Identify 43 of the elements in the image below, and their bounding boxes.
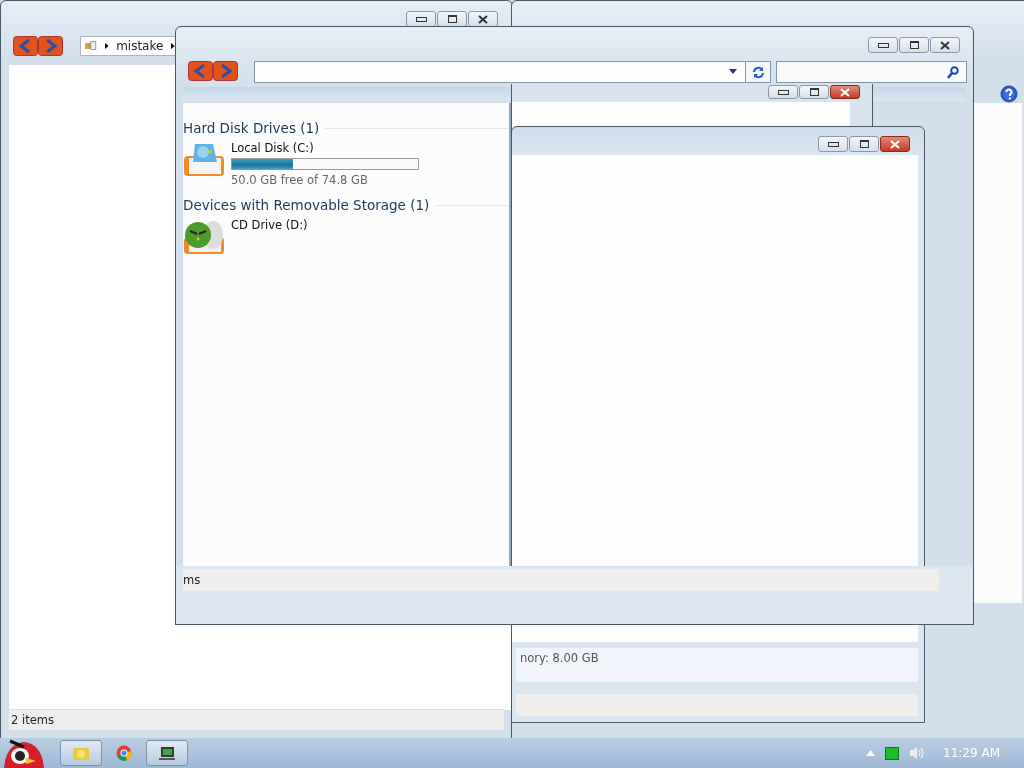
drive-name: Local Disk (C:)	[231, 141, 315, 155]
minimize-button[interactable]	[818, 136, 848, 152]
caret-icon[interactable]	[729, 69, 737, 74]
close-icon	[890, 139, 900, 149]
refresh-button[interactable]	[745, 61, 771, 83]
close-button[interactable]	[880, 136, 910, 152]
back-forward-buttons[interactable]	[13, 36, 63, 56]
close-button[interactable]	[468, 11, 498, 27]
minimize-button[interactable]	[868, 37, 898, 53]
status-text: ms	[183, 573, 201, 587]
address-field[interactable]	[254, 61, 746, 83]
maximize-button[interactable]	[849, 136, 879, 152]
minimize-button[interactable]	[768, 85, 798, 99]
close-icon	[478, 14, 488, 24]
close-button[interactable]	[830, 85, 860, 99]
search-field[interactable]	[776, 61, 967, 83]
detail-text: nory: 8.00 GB	[520, 651, 599, 665]
search-icon	[947, 66, 959, 79]
monitor-icon	[158, 745, 176, 761]
free-space-text: 50.0 GB free of 74.8 GB	[231, 173, 369, 187]
breadcrumb-item[interactable]: mistake	[116, 39, 164, 53]
address-bar[interactable]: mistake	[80, 36, 176, 56]
drive-item[interactable]: CD Drive (D:)	[183, 213, 509, 267]
chevron-icon	[171, 42, 175, 50]
help-icon[interactable]	[1000, 85, 1018, 103]
taskbar-button[interactable]	[146, 740, 188, 766]
chevron-icon	[104, 42, 109, 50]
back-forward-buttons[interactable]	[188, 61, 238, 81]
maximize-button[interactable]	[437, 11, 467, 27]
close-button[interactable]	[930, 37, 960, 53]
drive-name: CD Drive (D:)	[231, 218, 308, 232]
minimize-button[interactable]	[406, 11, 436, 27]
group-heading: Hard Disk Drives (1)	[183, 120, 320, 136]
close-icon	[940, 40, 950, 50]
status-text: 2 items	[11, 713, 54, 727]
close-icon	[840, 87, 850, 97]
browser-icon	[116, 745, 132, 761]
refresh-icon	[751, 65, 765, 79]
group-heading: Devices with Removable Storage (1)	[183, 197, 430, 213]
folder-icon	[72, 745, 90, 761]
drive-item[interactable]: Local Disk (C:) 50.0 GB free of 74.8 GB	[183, 136, 509, 197]
maximize-button[interactable]	[899, 37, 929, 53]
maximize-button[interactable]	[799, 85, 829, 99]
